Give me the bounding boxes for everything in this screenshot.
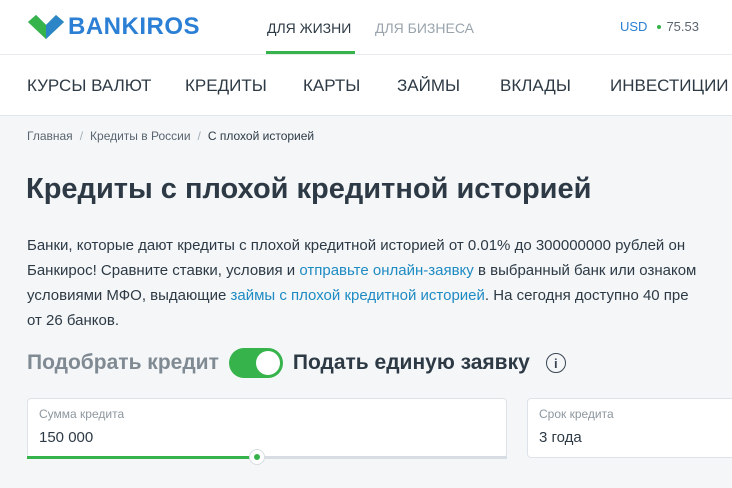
loan-amount-label: Сумма кредита <box>39 407 125 421</box>
single-application-label[interactable]: Подать единую заявку <box>293 351 530 375</box>
info-icon[interactable]: i <box>545 353 566 373</box>
description-line: Банки, которые дают кредиты с плохой кре… <box>27 237 686 254</box>
currency-code: USD <box>620 19 648 34</box>
description-text: . На сегодня доступно 40 пре <box>484 287 689 304</box>
currency-rate-value: 75.53 <box>666 19 699 34</box>
top-bar: BANKIROS ДЛЯ ЖИЗНИ ДЛЯ БИЗНЕСА USD 75.53 <box>0 0 732 54</box>
loan-term-label: Срок кредита <box>539 407 614 421</box>
loan-term-select[interactable]: 3 года <box>539 429 582 446</box>
mode-toggle-switch[interactable] <box>228 348 283 378</box>
page-title: Кредиты с плохой кредитной историей <box>26 173 592 205</box>
breadcrumb: Главная / Кредиты в России / С плохой ис… <box>27 129 314 143</box>
nav-currency-rates[interactable]: КУРСЫ ВАЛЮТ <box>27 76 151 96</box>
segment-business[interactable]: ДЛЯ БИЗНЕСА <box>375 20 474 36</box>
nav-loans[interactable]: ЗАЙМЫ <box>397 76 460 96</box>
mode-toggle-row: Подобрать кредит Подать единую заявку i <box>27 347 566 379</box>
pick-credit-label[interactable]: Подобрать кредит <box>27 351 219 375</box>
loan-term-field[interactable]: Срок кредита 3 года <box>527 398 732 458</box>
breadcrumb-separator: / <box>197 129 201 143</box>
breadcrumb-current: С плохой историей <box>207 129 315 143</box>
logo-text: BANKIROS <box>68 13 201 40</box>
online-application-link[interactable]: отправьте онлайн-заявку <box>299 262 473 279</box>
description-line: Банкирос! Сравните ставки, условия и отп… <box>27 258 696 283</box>
description-text: Банкирос! Сравните ставки, условия и <box>27 262 300 279</box>
loan-amount-slider-fill <box>27 456 258 459</box>
breadcrumb-credits[interactable]: Кредиты в России <box>90 129 191 143</box>
segment-life[interactable]: ДЛЯ ЖИЗНИ <box>267 20 351 36</box>
nav-credits[interactable]: КРЕДИТЫ <box>185 76 267 96</box>
nav-investments[interactable]: ИНВЕСТИЦИИ <box>610 76 729 96</box>
nav-cards[interactable]: КАРТЫ <box>303 76 360 96</box>
rate-up-dot-icon <box>657 24 662 29</box>
bankiros-logo[interactable]: BANKIROS <box>26 13 200 41</box>
description-line: от 26 банков. <box>27 312 119 329</box>
toggle-knob <box>255 351 280 375</box>
loan-amount-slider-track[interactable] <box>27 456 507 459</box>
breadcrumb-home[interactable]: Главная <box>27 129 73 143</box>
description-text: условиями МФО, выдающие <box>27 287 231 304</box>
page-description: Банки, которые дают кредиты с плохой кре… <box>27 233 696 333</box>
description-text: в выбранный банк или ознаком <box>473 262 697 279</box>
currency-rate[interactable]: USD 75.53 <box>620 19 699 34</box>
bad-history-loans-link[interactable]: займы с плохой кредитной историей <box>230 287 484 304</box>
logo-check-icon <box>28 15 64 39</box>
main-nav: КУРСЫ ВАЛЮТ КРЕДИТЫ КАРТЫ ЗАЙМЫ ВКЛАДЫ И… <box>0 54 732 116</box>
loan-amount-field[interactable]: Сумма кредита 150 000 <box>27 398 507 458</box>
nav-deposits[interactable]: ВКЛАДЫ <box>500 76 571 96</box>
breadcrumb-separator: / <box>79 129 84 143</box>
loan-amount-slider-handle[interactable] <box>249 449 266 465</box>
description-line: условиями МФО, выдающие займы с плохой к… <box>27 283 696 308</box>
loan-amount-input[interactable]: 150 000 <box>39 429 93 446</box>
